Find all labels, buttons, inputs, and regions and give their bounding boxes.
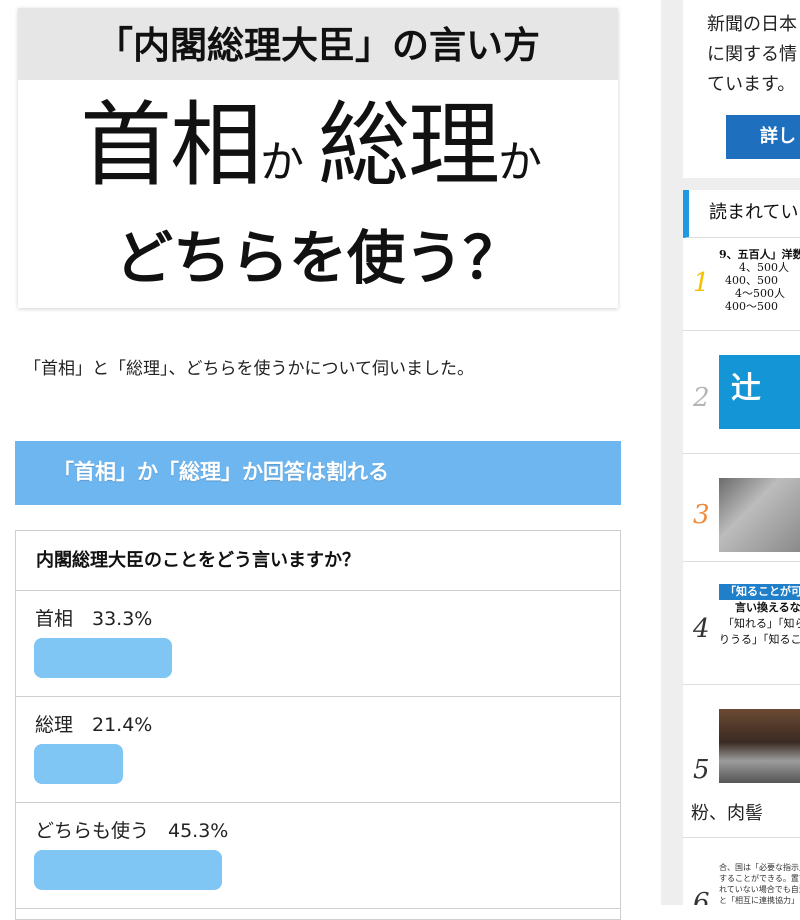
- article-thumbnail[interactable]: 辻 辻: [719, 355, 800, 429]
- thumb-text: れていない場合でも自治体: [719, 885, 800, 894]
- sidebar-divider: [683, 178, 800, 190]
- poll-question: 内閣総理大臣のことをどう言いますか？: [16, 531, 620, 591]
- thumb-text: することができる。置言さ: [719, 874, 800, 883]
- thumb-text: と「相互に連携協力」し。: [719, 896, 800, 905]
- section-heading: 「首相」か「総理」か回答は割れる: [15, 441, 621, 505]
- thumb-text: りうる」「知ることが: [719, 633, 800, 646]
- poll-option-label: どちらも使う 45.3%: [35, 820, 229, 842]
- ranking-item-1[interactable]: 1 9、五百人」洋数字 4、500人 400、500 4〜500人 400〜50…: [683, 238, 800, 331]
- sidebar-info-line: 新聞の日本: [707, 14, 797, 35]
- article-caption[interactable]: 粉、肉髻: [691, 799, 763, 825]
- hero-ka-2: か: [498, 137, 543, 188]
- article-thumbnail[interactable]: 合、国は「必要な指示」を することができる。置言さ れていない場合でも自治体 と…: [719, 862, 800, 905]
- rank-number: 6: [693, 888, 710, 905]
- hero-word-shusho: 首相: [79, 92, 262, 199]
- poll-bar: [34, 850, 222, 890]
- thumb-text: 400、500: [725, 274, 778, 287]
- article-thumbnail[interactable]: 「知ることが可能 言い換えるなら? 「知れる」「知られ りうる」「知ることが: [719, 584, 800, 656]
- poll-option-label: 首相 33.3%: [35, 608, 153, 630]
- sidebar-info-line: に関する情: [707, 44, 797, 65]
- ranking-item-3[interactable]: 3: [683, 454, 800, 562]
- ranking-item-2[interactable]: 2 辻 辻: [683, 331, 800, 454]
- poll-option-sori: 総理 21.4%: [16, 697, 620, 803]
- thumb-text: 4、500人: [739, 261, 789, 274]
- rank-number: 4: [693, 614, 710, 644]
- hero-ka-1: か: [260, 137, 304, 188]
- thumb-text: 合、国は「必要な指示」を: [719, 863, 800, 872]
- hero-headline: 首相か 総理か: [18, 82, 618, 210]
- ranking-item-5[interactable]: 5 粉、肉髻: [683, 685, 800, 838]
- poll-bar: [34, 638, 172, 678]
- hero-word-sori: 総理: [318, 92, 500, 199]
- details-button[interactable]: 詳し: [726, 115, 800, 159]
- article-thumbnail[interactable]: [719, 709, 800, 783]
- poll-bar: [34, 744, 123, 784]
- thumb-text: 言い換えるなら?: [735, 601, 800, 614]
- poll-option-shusho: 首相 33.3%: [16, 591, 620, 697]
- article-thumbnail[interactable]: 9、五百人」洋数字 4、500人 400、500 4〜500人 400〜500: [719, 248, 800, 320]
- poll-option-both: どちらも使う 45.3%: [16, 803, 620, 909]
- rank-number: 1: [693, 268, 710, 298]
- hero-title: 「内閣総理大臣」の言い方: [18, 8, 618, 80]
- ranking-title: 読まれてい: [683, 190, 800, 238]
- article-thumbnail[interactable]: [719, 478, 800, 552]
- poll-option-label: 総理 21.4%: [35, 714, 153, 736]
- intro-text: 「首相」と「総理」、どちらを使うかについて伺いました。: [24, 359, 474, 379]
- hero-image: 「内閣総理大臣」の言い方 首相か 総理か どちらを使う？: [18, 8, 618, 308]
- sidebar-gutter: [661, 0, 683, 905]
- hero-question: どちらを使う？: [114, 224, 521, 292]
- sidebar-info-line: ています。: [707, 74, 796, 95]
- thumb-text: 4〜500人: [735, 287, 785, 300]
- sidebar-info-text: 新聞の日本 に関する情 ています。: [707, 10, 800, 100]
- thumb-text: 「知れる」「知られ: [723, 617, 800, 630]
- rank-number: 2: [693, 383, 710, 413]
- ranking-item-4[interactable]: 4 「知ることが可能 言い換えるなら? 「知れる」「知られ りうる」「知ることが: [683, 562, 800, 685]
- thumb-text: 400〜500: [725, 300, 778, 313]
- poll-results: 内閣総理大臣のことをどう言いますか？ 首相 33.3% 総理 21.4% どちら…: [15, 530, 621, 920]
- rank-number: 3: [693, 500, 710, 530]
- ranking-item-6[interactable]: 6 合、国は「必要な指示」を することができる。置言さ れていない場合でも自治体…: [683, 838, 800, 905]
- thumb-band: 「知ることが可能: [719, 584, 800, 600]
- main-column: 「内閣総理大臣」の言い方 首相か 総理か どちらを使う？ 「首相」と「総理」、どち…: [0, 0, 640, 920]
- sidebar: 新聞の日本 に関する情 ています。 詳し 読まれてい 1 9、五百人」洋数字 4…: [683, 0, 800, 905]
- thumb-text: 9、五百人」洋数字: [719, 248, 800, 261]
- rank-number: 5: [693, 755, 710, 785]
